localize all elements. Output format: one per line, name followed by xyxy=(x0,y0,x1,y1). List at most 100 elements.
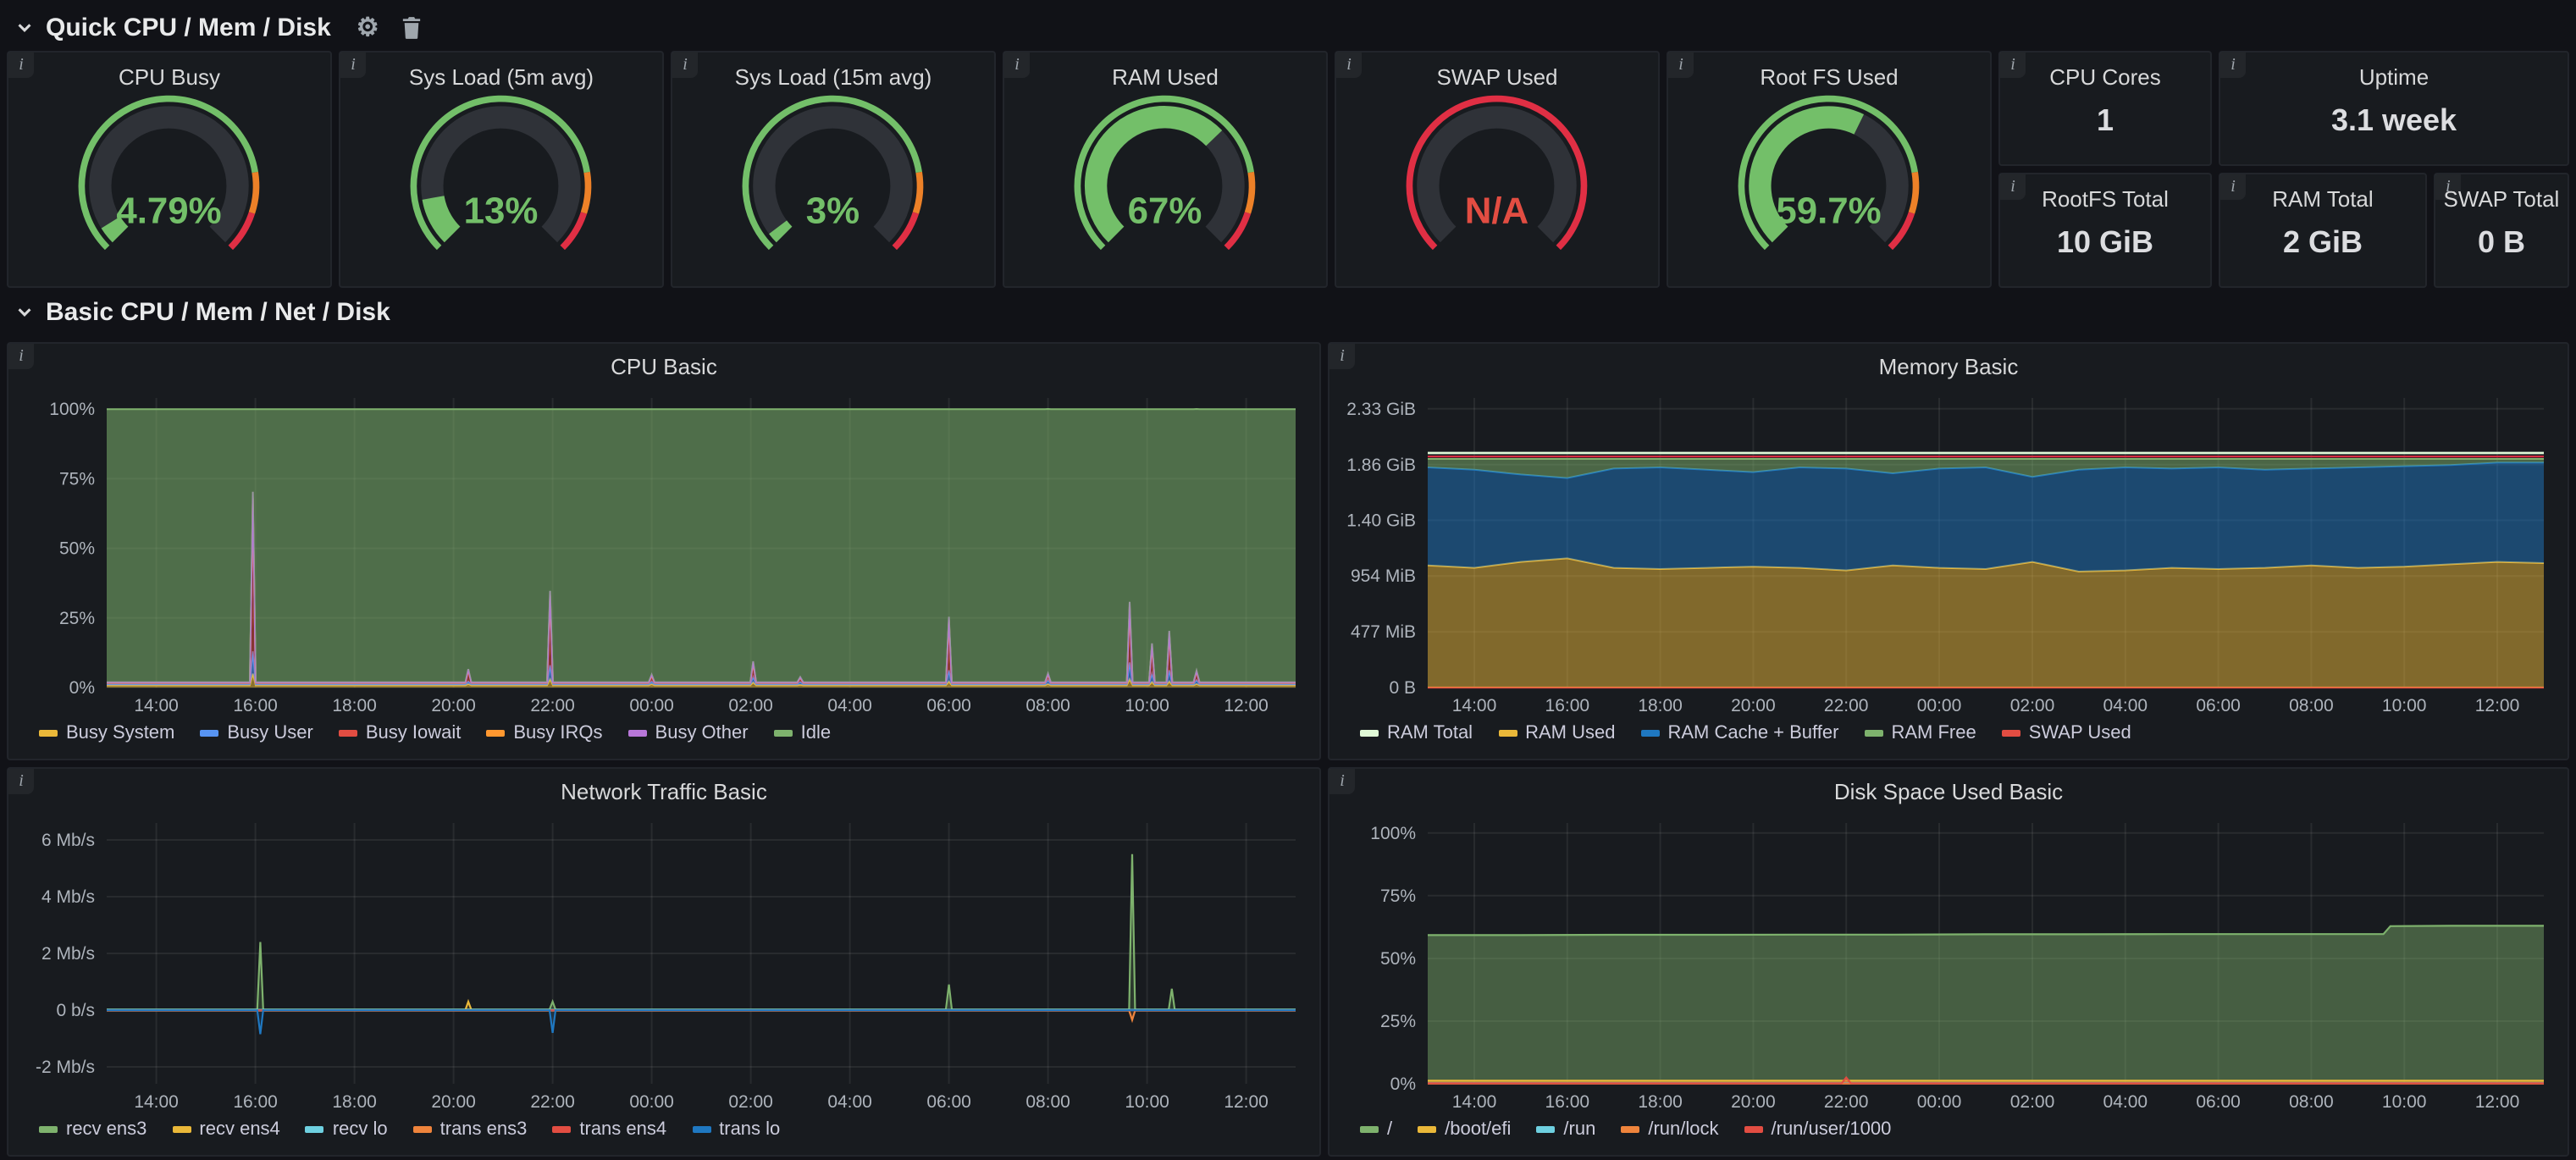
rootfs-used-gauge: 59.7% xyxy=(1668,93,1990,286)
legend-item[interactable]: Busy User xyxy=(200,722,313,743)
panel-network-traffic-basic: i Network Traffic Basic -2 Mb/s0 b/s2 Mb… xyxy=(7,767,1321,1157)
chevron-down-icon xyxy=(15,18,34,36)
section-basic-title: Basic CPU / Mem / Net / Disk xyxy=(46,297,390,326)
panel-title[interactable]: CPU Busy xyxy=(119,64,220,90)
legend-item[interactable]: RAM Free xyxy=(1864,722,1976,743)
panel-cpu-basic: i CPU Basic 0%25%50%75%100%14:0016:0018:… xyxy=(7,342,1321,760)
panel-title[interactable]: CPU Cores xyxy=(2049,64,2161,90)
legend-item[interactable]: RAM Used xyxy=(1498,722,1615,743)
svg-text:00:00: 00:00 xyxy=(629,696,674,715)
legend-item[interactable]: trans ens4 xyxy=(552,1119,666,1139)
cpu-busy-gauge: 4.79% xyxy=(8,93,330,286)
legend-item[interactable]: RAM Cache + Buffer xyxy=(1640,722,1838,743)
info-icon[interactable]: i xyxy=(1329,344,1355,369)
memory-basic-chart[interactable]: 0 B477 MiB954 MiB1.40 GiB1.86 GiB2.33 Gi… xyxy=(1340,384,2557,718)
info-icon[interactable]: i xyxy=(340,52,366,78)
cpu-basic-chart[interactable]: 0%25%50%75%100%14:0016:0018:0020:0022:00… xyxy=(19,384,1309,718)
swap-total-value: 0 B xyxy=(2478,225,2525,261)
svg-text:22:00: 22:00 xyxy=(530,1092,575,1112)
legend-item[interactable]: RAM Total xyxy=(1360,722,1473,743)
legend-color-marker xyxy=(1640,729,1659,736)
panel-title[interactable]: Memory Basic xyxy=(1329,354,2568,384)
panel-title[interactable]: Sys Load (15m avg) xyxy=(735,64,932,90)
panel-title[interactable]: Sys Load (5m avg) xyxy=(409,64,594,90)
info-icon[interactable]: i xyxy=(1336,52,1362,78)
sys-load-15m-gauge: 3% xyxy=(672,93,994,286)
info-icon[interactable]: i xyxy=(2220,174,2246,200)
legend-color-marker xyxy=(39,1125,58,1132)
panel-disk-space-basic: i Disk Space Used Basic 0%25%50%75%100%1… xyxy=(1328,767,2569,1157)
legend-item[interactable]: /boot/efi xyxy=(1418,1119,1511,1139)
svg-text:08:00: 08:00 xyxy=(1025,696,1070,715)
panel-sys-load-15m: i Sys Load (15m avg) 3% xyxy=(671,51,996,288)
panel-title[interactable]: Root FS Used xyxy=(1760,64,1898,90)
memory-basic-legend: RAM Total RAM Used RAM Cache + Buffer RAM F… xyxy=(1329,718,2568,759)
legend-item[interactable]: Idle xyxy=(774,722,832,743)
trash-icon[interactable] xyxy=(401,16,422,38)
info-icon[interactable]: i xyxy=(672,52,698,78)
svg-text:04:00: 04:00 xyxy=(2103,1092,2148,1112)
legend-item[interactable]: Busy System xyxy=(39,722,174,743)
svg-text:14:00: 14:00 xyxy=(134,696,179,715)
stat-column-2: i Uptime 3.1 week i RAM Total 2 GiB i SW… xyxy=(2219,51,2569,288)
info-icon[interactable]: i xyxy=(1004,52,1030,78)
info-icon[interactable]: i xyxy=(8,769,34,794)
legend-item[interactable]: recv ens4 xyxy=(172,1119,279,1139)
disk-space-chart[interactable]: 0%25%50%75%100%14:0016:0018:0020:0022:00… xyxy=(1340,809,2557,1114)
info-icon[interactable]: i xyxy=(1329,769,1355,794)
info-icon[interactable]: i xyxy=(8,344,34,369)
legend-item[interactable]: / xyxy=(1360,1119,1392,1139)
info-icon[interactable]: i xyxy=(8,52,34,78)
legend-item[interactable]: trans lo xyxy=(692,1119,780,1139)
panel-title[interactable]: Network Traffic Basic xyxy=(8,779,1319,809)
legend-item[interactable]: recv ens3 xyxy=(39,1119,146,1139)
legend-item[interactable]: Busy Iowait xyxy=(339,722,462,743)
legend-color-marker xyxy=(339,729,357,736)
panel-title[interactable]: RootFS Total xyxy=(2042,186,2169,212)
legend-item[interactable]: SWAP Used xyxy=(2002,722,2131,743)
legend-item[interactable]: trans ens3 xyxy=(413,1119,528,1139)
legend-item[interactable]: Busy IRQs xyxy=(486,722,602,743)
svg-text:08:00: 08:00 xyxy=(1025,1092,1070,1112)
chart-canvas[interactable]: 0 B477 MiB954 MiB1.40 GiB1.86 GiB2.33 Gi… xyxy=(1340,384,2557,718)
quick-panels-row: i CPU Busy 4.79% i Sys Load (5m avg) 13%… xyxy=(0,51,2576,288)
stat-column-1: i CPU Cores 1 i RootFS Total 10 GiB xyxy=(1998,51,2212,288)
info-icon[interactable]: i xyxy=(2000,52,2026,78)
info-icon[interactable]: i xyxy=(2220,52,2246,78)
gear-icon[interactable]: ⚙ xyxy=(357,14,379,40)
chart-canvas[interactable]: -2 Mb/s0 b/s2 Mb/s4 Mb/s6 Mb/s14:0016:00… xyxy=(19,809,1309,1114)
legend-color-marker xyxy=(552,1125,571,1132)
legend-color-marker xyxy=(628,729,647,736)
info-icon[interactable]: i xyxy=(2000,174,2026,200)
svg-text:16:00: 16:00 xyxy=(233,1092,278,1112)
info-icon[interactable]: i xyxy=(2435,174,2461,200)
network-traffic-chart[interactable]: -2 Mb/s0 b/s2 Mb/s4 Mb/s6 Mb/s14:0016:00… xyxy=(19,809,1309,1114)
legend-color-marker xyxy=(200,729,218,736)
svg-text:20:00: 20:00 xyxy=(1731,1092,1776,1112)
svg-text:00:00: 00:00 xyxy=(629,1092,674,1112)
legend-item[interactable]: /run/lock xyxy=(1621,1119,1718,1139)
legend-item[interactable]: recv lo xyxy=(306,1119,388,1139)
legend-color-marker xyxy=(1360,1125,1379,1132)
svg-text:10:00: 10:00 xyxy=(2382,1092,2427,1112)
info-icon[interactable]: i xyxy=(1668,52,1694,78)
panel-title[interactable]: Disk Space Used Basic xyxy=(1329,779,2568,809)
legend-item[interactable]: /run xyxy=(1536,1119,1595,1139)
panel-title[interactable]: SWAP Used xyxy=(1436,64,1557,90)
legend-color-marker xyxy=(2002,729,2020,736)
panel-title[interactable]: RAM Total xyxy=(2272,186,2373,212)
sys-load-5m-gauge: 13% xyxy=(340,93,662,286)
section-basic-header[interactable]: Basic CPU / Mem / Net / Disk xyxy=(0,288,2576,335)
cpu-cores-value: 1 xyxy=(2097,103,2114,139)
svg-text:10:00: 10:00 xyxy=(1125,696,1169,715)
chart-canvas[interactable]: 0%25%50%75%100%14:0016:0018:0020:0022:00… xyxy=(1340,809,2557,1114)
section-quick-header[interactable]: Quick CPU / Mem / Disk ⚙ xyxy=(0,3,2576,51)
svg-text:N/A: N/A xyxy=(1465,190,1528,231)
panel-title[interactable]: CPU Basic xyxy=(8,354,1319,384)
panel-title[interactable]: RAM Used xyxy=(1112,64,1219,90)
panel-title[interactable]: SWAP Total xyxy=(2444,186,2560,212)
legend-item[interactable]: /run/user/1000 xyxy=(1744,1119,1892,1139)
chart-canvas[interactable]: 0%25%50%75%100%14:0016:0018:0020:0022:00… xyxy=(19,384,1309,718)
legend-item[interactable]: Busy Other xyxy=(628,722,749,743)
panel-title[interactable]: Uptime xyxy=(2359,64,2429,90)
